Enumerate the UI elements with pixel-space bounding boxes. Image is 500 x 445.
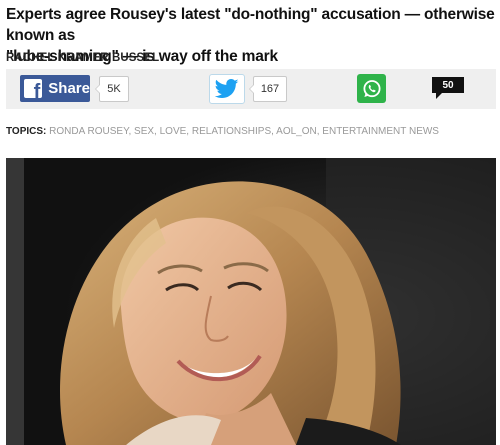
facebook-share-count: 5K: [95, 76, 129, 102]
topics-label: TOPICS:: [6, 126, 47, 137]
twitter-share-button[interactable]: [209, 74, 245, 104]
topic-link[interactable]: AOL_ON: [276, 126, 317, 137]
twitter-share-count: 167: [249, 76, 287, 102]
topic-link[interactable]: RONDA ROUSEY: [49, 126, 128, 137]
facebook-icon: f: [24, 79, 43, 98]
headline-line-1: Experts agree Rousey's latest "do-nothin…: [6, 6, 495, 44]
facebook-share-label: Share: [48, 80, 90, 97]
topic-link[interactable]: RELATIONSHIPS: [192, 126, 271, 137]
comments-button[interactable]: 50: [432, 77, 464, 99]
author-byline[interactable]: RACHEL KRAMER BUSSEL: [6, 52, 159, 64]
portrait-illustration: [6, 158, 496, 445]
whatsapp-icon: [363, 79, 380, 97]
comment-bubble-tail: [436, 93, 442, 99]
facebook-share-button[interactable]: f Share: [20, 75, 90, 102]
article-photo: [6, 158, 496, 445]
share-bar: f Share 5K 167 50: [6, 69, 496, 109]
topics-list: TOPICS: RONDA ROUSEY, SEX, LOVE, RELATIO…: [6, 126, 439, 137]
comment-bubble-icon: 50: [432, 77, 464, 93]
comment-count: 50: [442, 79, 454, 91]
topic-link[interactable]: SEX: [134, 126, 154, 137]
topic-link[interactable]: ENTERTAINMENT NEWS: [322, 126, 439, 137]
whatsapp-share-button[interactable]: [357, 74, 386, 103]
twitter-bird-icon: [215, 79, 239, 98]
topic-link[interactable]: LOVE: [160, 126, 187, 137]
